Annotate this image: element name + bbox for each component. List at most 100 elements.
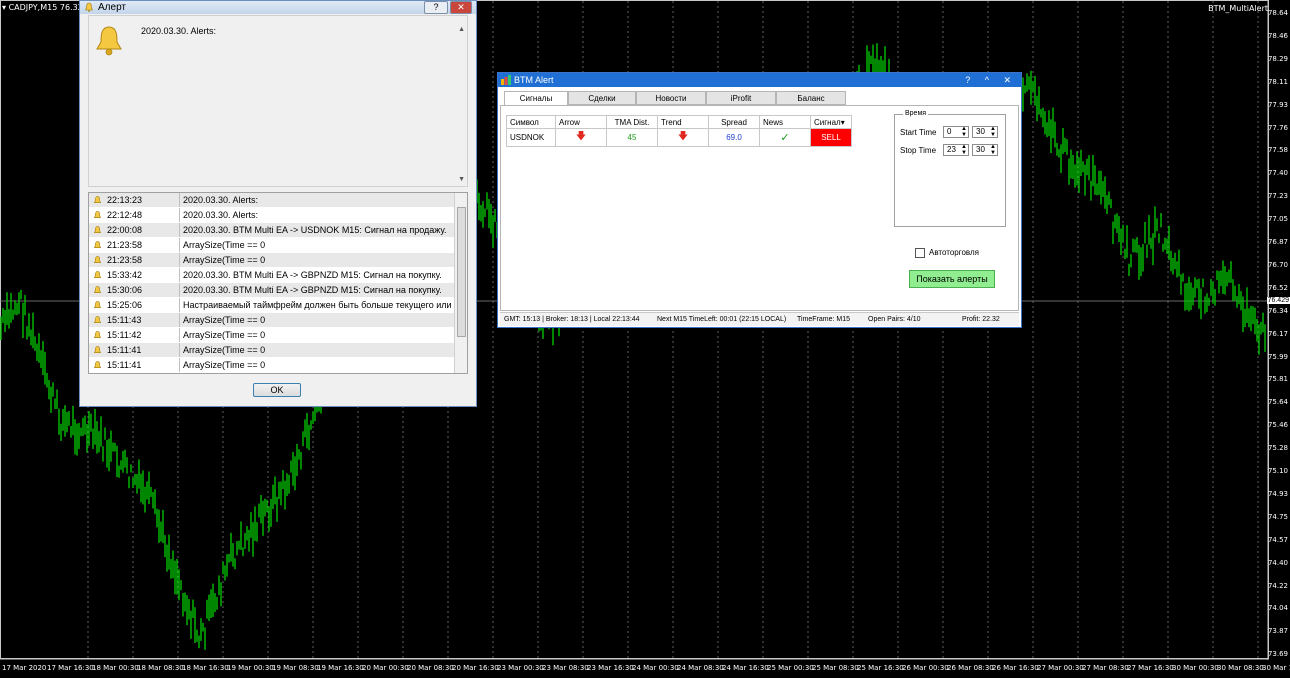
bell-icon [93, 346, 102, 353]
row-message: ArraySize(Time == 0 [183, 330, 266, 340]
row-time: 15:11:41 [107, 345, 142, 355]
row-message: 2020.03.30. Alerts: [183, 195, 259, 205]
column-divider [179, 253, 180, 267]
close-button[interactable]: ✕ [450, 1, 472, 14]
tab-deals[interactable]: Сделки [568, 91, 636, 105]
row-message: ArraySize(Time == 0 [183, 240, 266, 250]
col-spread[interactable]: Spread [708, 115, 760, 129]
table-row[interactable]: USDNOK 🡇 45 🡇 69.0 ✓ SELL [506, 128, 852, 147]
col-news[interactable]: News [759, 115, 811, 129]
tab-news[interactable]: Новости [636, 91, 706, 105]
list-item[interactable]: 21:23:58 ArraySize(Time == 0 [89, 238, 467, 253]
time-tick-label: 27 Mar 08:30 [1082, 664, 1129, 672]
alert-titlebar[interactable]: Алерт ? ✕ [80, 1, 476, 14]
price-tick-label: 75.99 [1267, 352, 1288, 361]
tab-iprofit[interactable]: iProfit [706, 91, 776, 105]
show-alerts-button[interactable]: Показать алерты [909, 270, 995, 288]
col-tma[interactable]: TMA Dist. [606, 115, 658, 129]
alert-history-list[interactable]: 22:13:23 2020.03.30. Alerts: 22:12:48 2020.… [88, 192, 468, 374]
row-message: 2020.03.30. BTM Multi EA -> USDNOK M15: … [183, 225, 447, 235]
row-time: 15:11:41 [107, 360, 142, 370]
list-item[interactable]: 21:23:58 ArraySize(Time == 0 [89, 253, 467, 268]
cell-signal-sell[interactable]: SELL [810, 128, 852, 147]
time-tick-label: 30 Mar 16:30 [1262, 664, 1290, 672]
col-signal[interactable]: Сигнал▾ [810, 115, 852, 129]
list-item[interactable]: 15:30:06 2020.03.30. BTM Multi EA -> GBPN… [89, 283, 467, 298]
window-controls[interactable]: ? ^ ✕ [965, 73, 1017, 87]
alert-window: Алерт ? ✕ 2020.03.30. Alerts: ▲ ▼ 22:13:… [79, 0, 477, 407]
time-tick-label: 24 Mar 00:30 [632, 664, 679, 672]
list-item[interactable]: 15:25:06 Настраиваемый таймфрейм должен б… [89, 298, 467, 313]
price-tick-label: 75.10 [1267, 467, 1288, 475]
spinner-arrows-icon[interactable]: ▲ ▼ [961, 126, 967, 138]
column-divider [179, 373, 180, 374]
list-item[interactable]: 15:11:41 ArraySize(Time == 0 [89, 343, 467, 358]
start-minute-spinner[interactable]: 30 ▲ ▼ [972, 126, 998, 138]
tab-signals[interactable]: Сигналы [504, 91, 568, 106]
row-time: 15:30:06 [107, 285, 143, 295]
time-tick-label: 23 Mar 08:30 [542, 664, 589, 672]
col-trend[interactable]: Trend [657, 115, 709, 129]
spinner-arrows-icon[interactable]: ▲ ▼ [990, 144, 996, 156]
price-tick-label: 74.22 [1267, 581, 1288, 590]
price-tick-label: 77.58 [1267, 146, 1288, 155]
start-hour-spinner[interactable]: 0 ▲ ▼ [943, 126, 969, 138]
price-tick-label: 76.52 [1267, 283, 1288, 292]
bell-icon [93, 361, 102, 368]
row-message: 2020.03.30. BTM Multi EA -> GBPNZD M15: … [183, 285, 442, 295]
row-time: 15:25:06 [107, 300, 143, 310]
list-scrollbar[interactable] [454, 193, 467, 373]
stop-hour-value: 23 [947, 145, 956, 154]
stop-minute-spinner[interactable]: 30 ▲ ▼ [972, 144, 998, 156]
help-button[interactable]: ? [424, 1, 448, 14]
column-divider [179, 298, 180, 312]
spinner-arrows-icon[interactable]: ▲ ▼ [990, 126, 996, 138]
bell-icon [93, 241, 102, 248]
alert-message-area: 2020.03.30. Alerts: ▲ ▼ [88, 15, 468, 187]
checkbox-box[interactable] [915, 248, 925, 258]
ok-button[interactable]: OK [253, 383, 301, 397]
price-tick-label: 77.93 [1267, 100, 1288, 109]
list-item[interactable]: 15:11:41 ArraySize(Time == 0 [89, 358, 467, 373]
row-time: 21:23:58 [107, 255, 143, 265]
alert-message: 2020.03.30. Alerts: [141, 26, 217, 36]
price-tick-label: 76.34 [1267, 306, 1288, 315]
price-tick-label: 74.75 [1267, 512, 1288, 521]
column-divider [179, 238, 180, 252]
time-tick-label: 25 Mar 16:30 [857, 664, 904, 672]
list-item[interactable]: 22:13:23 2020.03.30. Alerts: [89, 193, 467, 208]
row-message: ArraySize(Time == 0 [183, 255, 266, 265]
time-tick-label: 26 Mar 16:30 [992, 664, 1039, 672]
scroll-down-icon[interactable]: ▼ [458, 176, 465, 183]
start-minute-value: 30 [976, 127, 985, 136]
price-tick-label: 77.40 [1267, 169, 1288, 178]
time-tick-label: 23 Mar 16:30 [587, 664, 634, 672]
price-tick-label: 78.11 [1267, 77, 1288, 86]
time-tick-label: 24 Mar 16:30 [722, 664, 769, 672]
tab-balance[interactable]: Баланс [776, 91, 846, 105]
col-symbol[interactable]: Символ [506, 115, 556, 129]
time-tick-label: 19 Mar 08:30 [272, 664, 319, 672]
scroll-up-icon[interactable]: ▲ [458, 26, 465, 33]
stop-hour-spinner[interactable]: 23 ▲ ▼ [943, 144, 969, 156]
col-arrow[interactable]: Arrow [555, 115, 607, 129]
list-item[interactable]: 22:00:08 2020.03.30. BTM Multi EA -> USDN… [89, 223, 467, 238]
row-time: 22:00:08 [107, 225, 143, 235]
spinner-arrows-icon[interactable]: ▲ ▼ [961, 144, 967, 156]
list-item[interactable]: 15:11:41 ArraySize(Time == 0 [89, 373, 467, 374]
column-divider [179, 268, 180, 282]
list-item[interactable]: 15:11:42 ArraySize(Time == 0 [89, 328, 467, 343]
scrollbar-thumb[interactable] [457, 207, 466, 337]
list-item[interactable]: 22:12:48 2020.03.30. Alerts: [89, 208, 467, 223]
auto-trade-checkbox[interactable]: Автоторговля [915, 248, 979, 258]
row-message: ArraySize(Time == 0 [183, 345, 266, 355]
price-tick-label: 73.69 [1267, 650, 1288, 659]
list-item[interactable]: 15:33:42 2020.03.30. BTM Multi EA -> GBPN… [89, 268, 467, 283]
bell-icon [93, 256, 102, 263]
btm-titlebar[interactable]: BTM Alert ? ^ ✕ [498, 73, 1021, 87]
price-tick-label: 77.05 [1267, 215, 1288, 224]
list-item[interactable]: 15:11:43 ArraySize(Time == 0 [89, 313, 467, 328]
status-clock: GMT: 15:13 | Broker: 18:13 | Local 22:13… [504, 316, 640, 323]
price-tick-label: 78.64 [1267, 9, 1288, 17]
column-divider [179, 223, 180, 237]
